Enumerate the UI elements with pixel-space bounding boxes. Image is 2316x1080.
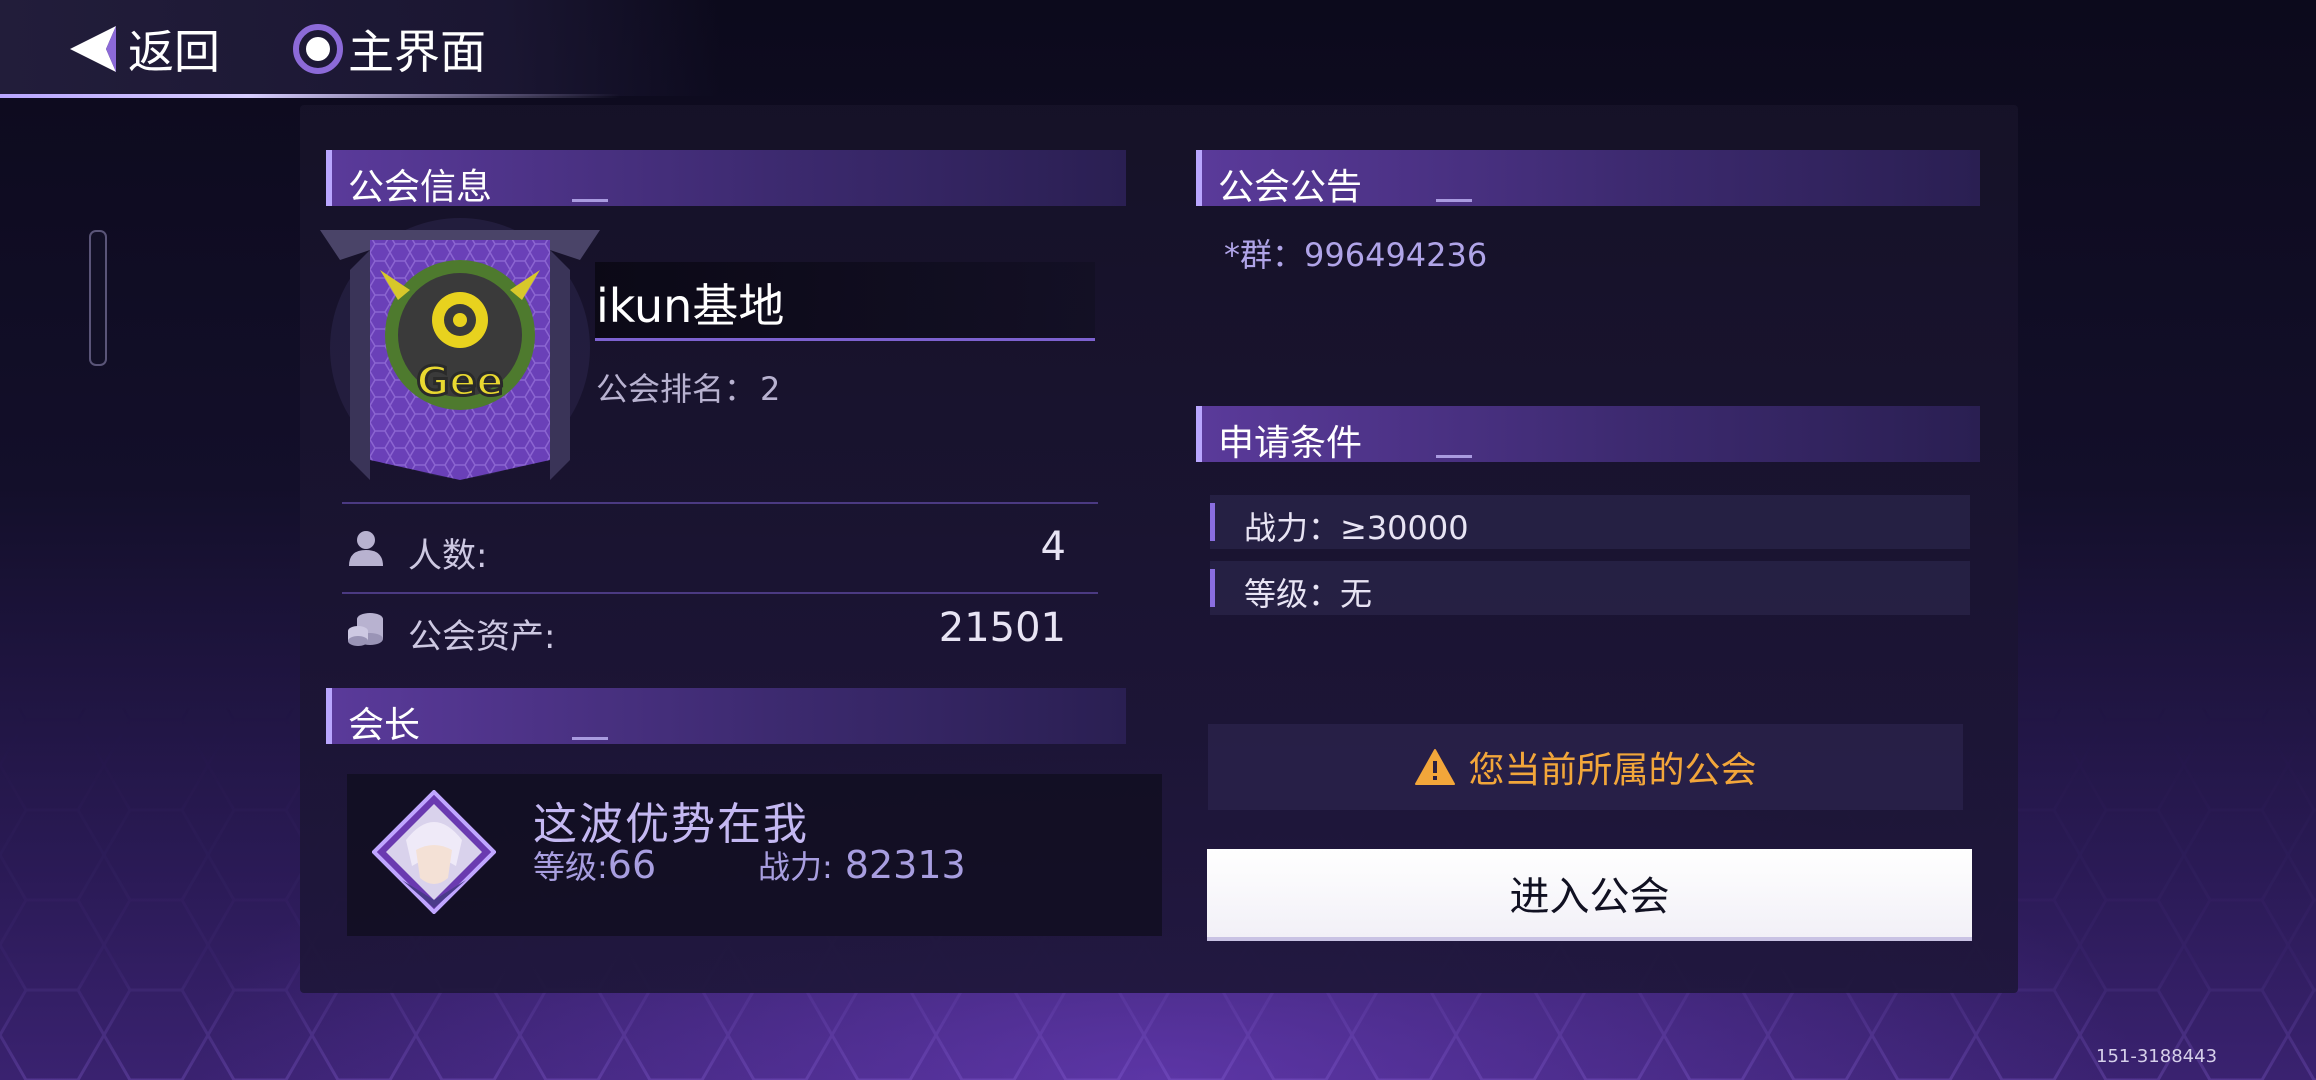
home-button[interactable]: 主界面 xyxy=(292,14,486,84)
requirement-item: 战力：≥30000 xyxy=(1210,495,1970,549)
info-divider xyxy=(342,592,1098,594)
leader-power-value: 82313 xyxy=(844,843,966,887)
back-button[interactable]: 返回 xyxy=(64,14,220,84)
announcement-text: *群：996494236 xyxy=(1224,236,1488,274)
side-scrollbar[interactable] xyxy=(89,230,107,366)
current-guild-text: 您当前所属的公会 xyxy=(1468,750,1757,791)
assets-value: 21501 xyxy=(938,605,1066,651)
guild-name: ikun基地 xyxy=(596,279,785,333)
back-label: 返回 xyxy=(128,25,220,79)
leader-power-label: 战力: xyxy=(758,848,833,886)
guild-info-header: 公会信息 xyxy=(326,150,1126,208)
leader-level: 等级:66 xyxy=(533,842,656,888)
members-value: 4 xyxy=(1040,524,1066,570)
assets-row: 公会资产: 21501 xyxy=(346,601,1066,661)
announcement-header: 公会公告 xyxy=(1196,150,1980,208)
leader-level-label: 等级: xyxy=(533,848,608,886)
leader-level-value: 66 xyxy=(607,843,657,887)
enter-guild-label: 进入公会 xyxy=(1509,874,1670,920)
leader-power: 战力: 82313 xyxy=(758,842,966,888)
requirement-item: 等级：无 xyxy=(1210,561,1970,615)
rank-label: 公会排名： xyxy=(596,370,757,408)
info-divider xyxy=(342,502,1098,504)
enter-guild-button[interactable]: 进入公会 xyxy=(1207,849,1972,941)
rank-value: 2 xyxy=(760,370,781,408)
home-circle-icon xyxy=(293,24,343,74)
assets-label: 公会资产: xyxy=(408,617,556,657)
leader-header: 会长 xyxy=(326,688,1126,746)
members-row: 人数: 4 xyxy=(346,520,1066,580)
top-bar: 返回 主界面 xyxy=(0,0,720,105)
leader-avatar[interactable] xyxy=(372,790,496,914)
emblem-text: Gee xyxy=(416,359,503,405)
requirements-header: 申请条件 xyxy=(1196,406,1980,464)
home-label: 主界面 xyxy=(348,25,486,79)
members-label: 人数: xyxy=(408,536,488,576)
back-arrow-icon xyxy=(70,26,116,72)
current-guild-notice: 您当前所属的公会 xyxy=(1208,724,1963,810)
warning-icon xyxy=(1415,749,1456,785)
person-icon xyxy=(349,531,383,566)
guild-emblem-icon: Gee xyxy=(320,218,600,480)
coins-icon xyxy=(348,613,383,646)
guild-rank: 公会排名： 2 xyxy=(596,364,780,410)
build-id: 151-3188443 xyxy=(2096,1046,2218,1067)
